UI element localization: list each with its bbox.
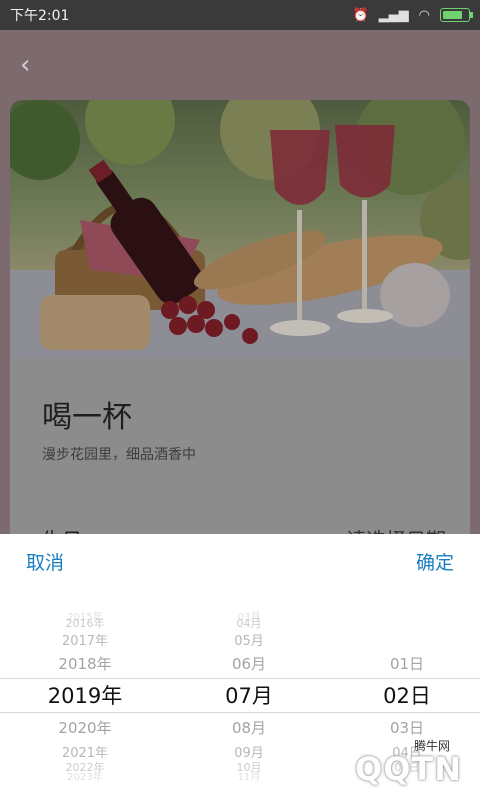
year-option[interactable]: 2023年 — [40, 768, 130, 783]
signal-icon: ▂▄▆ — [378, 7, 409, 23]
year-option[interactable]: 2019年 — [40, 680, 130, 710]
wine-picnic-illustration — [10, 100, 470, 358]
month-option[interactable]: 05月 — [204, 630, 294, 649]
status-icons: ⏰ ▂▄▆ ◠ — [352, 7, 473, 23]
year-option[interactable]: 2017年 — [40, 630, 130, 649]
year-option[interactable]: 2020年 — [40, 717, 130, 738]
alarm-off-icon: ⏰ — [352, 7, 369, 23]
cancel-button[interactable]: 取消 — [26, 548, 64, 575]
month-option[interactable]: 06月 — [204, 653, 294, 674]
chevron-left-icon[interactable]: ‹ — [20, 50, 30, 80]
wifi-icon: ◠ — [418, 7, 430, 23]
hero-image — [10, 100, 470, 358]
status-time: 下午2:01 — [10, 8, 70, 24]
activity-card: 喝一杯 漫步花园里，细品酒香中 生日 请选择日期 — [10, 100, 470, 534]
year-option[interactable]: 2016年 — [40, 615, 130, 631]
site-watermark: 腾牛网 QQTN — [262, 734, 462, 794]
day-option[interactable]: 02日 — [362, 680, 452, 710]
card-subtitle: 漫步花园里，细品酒香中 — [42, 447, 196, 463]
month-option[interactable]: 04月 — [204, 615, 294, 631]
battery-icon — [440, 8, 473, 22]
birthday-value[interactable]: 请选择日期 — [346, 524, 446, 534]
year-option[interactable]: 2021年 — [40, 742, 130, 761]
year-option[interactable]: 2018年 — [40, 653, 130, 674]
year-wheel[interactable]: 2015年 2016年 2017年 2018年 2019年 2020年 2021年 2022年… — [40, 588, 130, 800]
card-title: 喝一杯 — [42, 400, 132, 435]
battery-level — [443, 11, 462, 19]
status-bar: 下午2:01 ⏰ ▂▄▆ ◠ — [0, 0, 480, 30]
watermark-text: QQTN — [354, 750, 462, 788]
confirm-button[interactable]: 确定 — [416, 548, 454, 575]
birthday-label: 生日 — [42, 524, 82, 534]
picker-header: 取消 确定 — [0, 534, 480, 588]
month-option[interactable]: 07月 — [204, 680, 294, 710]
day-option[interactable]: 01日 — [362, 653, 452, 674]
